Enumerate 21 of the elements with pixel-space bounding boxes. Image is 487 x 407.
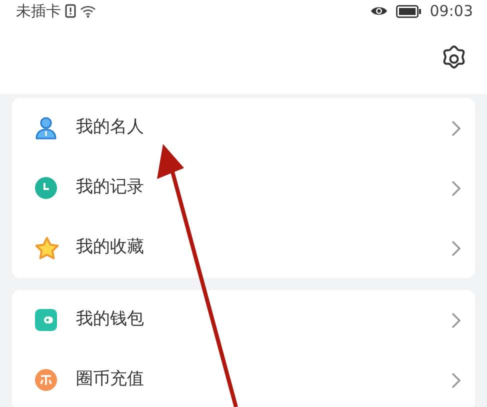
chevron-icon [451, 120, 461, 136]
coin-icon [34, 368, 58, 392]
star-icon [34, 236, 60, 260]
battery-icon [396, 4, 422, 18]
person-icon [34, 116, 58, 140]
menu-item[interactable]: 我的名人 [34, 98, 461, 158]
eye-icon [370, 5, 388, 17]
menu-item[interactable]: 圈币充值 [34, 350, 461, 407]
clock-icon [34, 176, 58, 200]
carrier-text: 未插卡 [16, 4, 61, 18]
chevron-icon [451, 372, 461, 388]
menu-item[interactable]: 我的钱包 [34, 290, 461, 350]
chevron-icon [451, 180, 461, 196]
chevron-icon [451, 240, 461, 256]
clock-text: 09:03 [430, 4, 473, 18]
wallet-icon [34, 308, 58, 332]
sim-icon [65, 4, 76, 18]
menu-item[interactable]: 我的记录 [34, 158, 461, 218]
chevron-icon [451, 312, 461, 328]
wifi-icon [80, 4, 96, 18]
menu-item[interactable]: 我的收藏 [34, 218, 461, 278]
